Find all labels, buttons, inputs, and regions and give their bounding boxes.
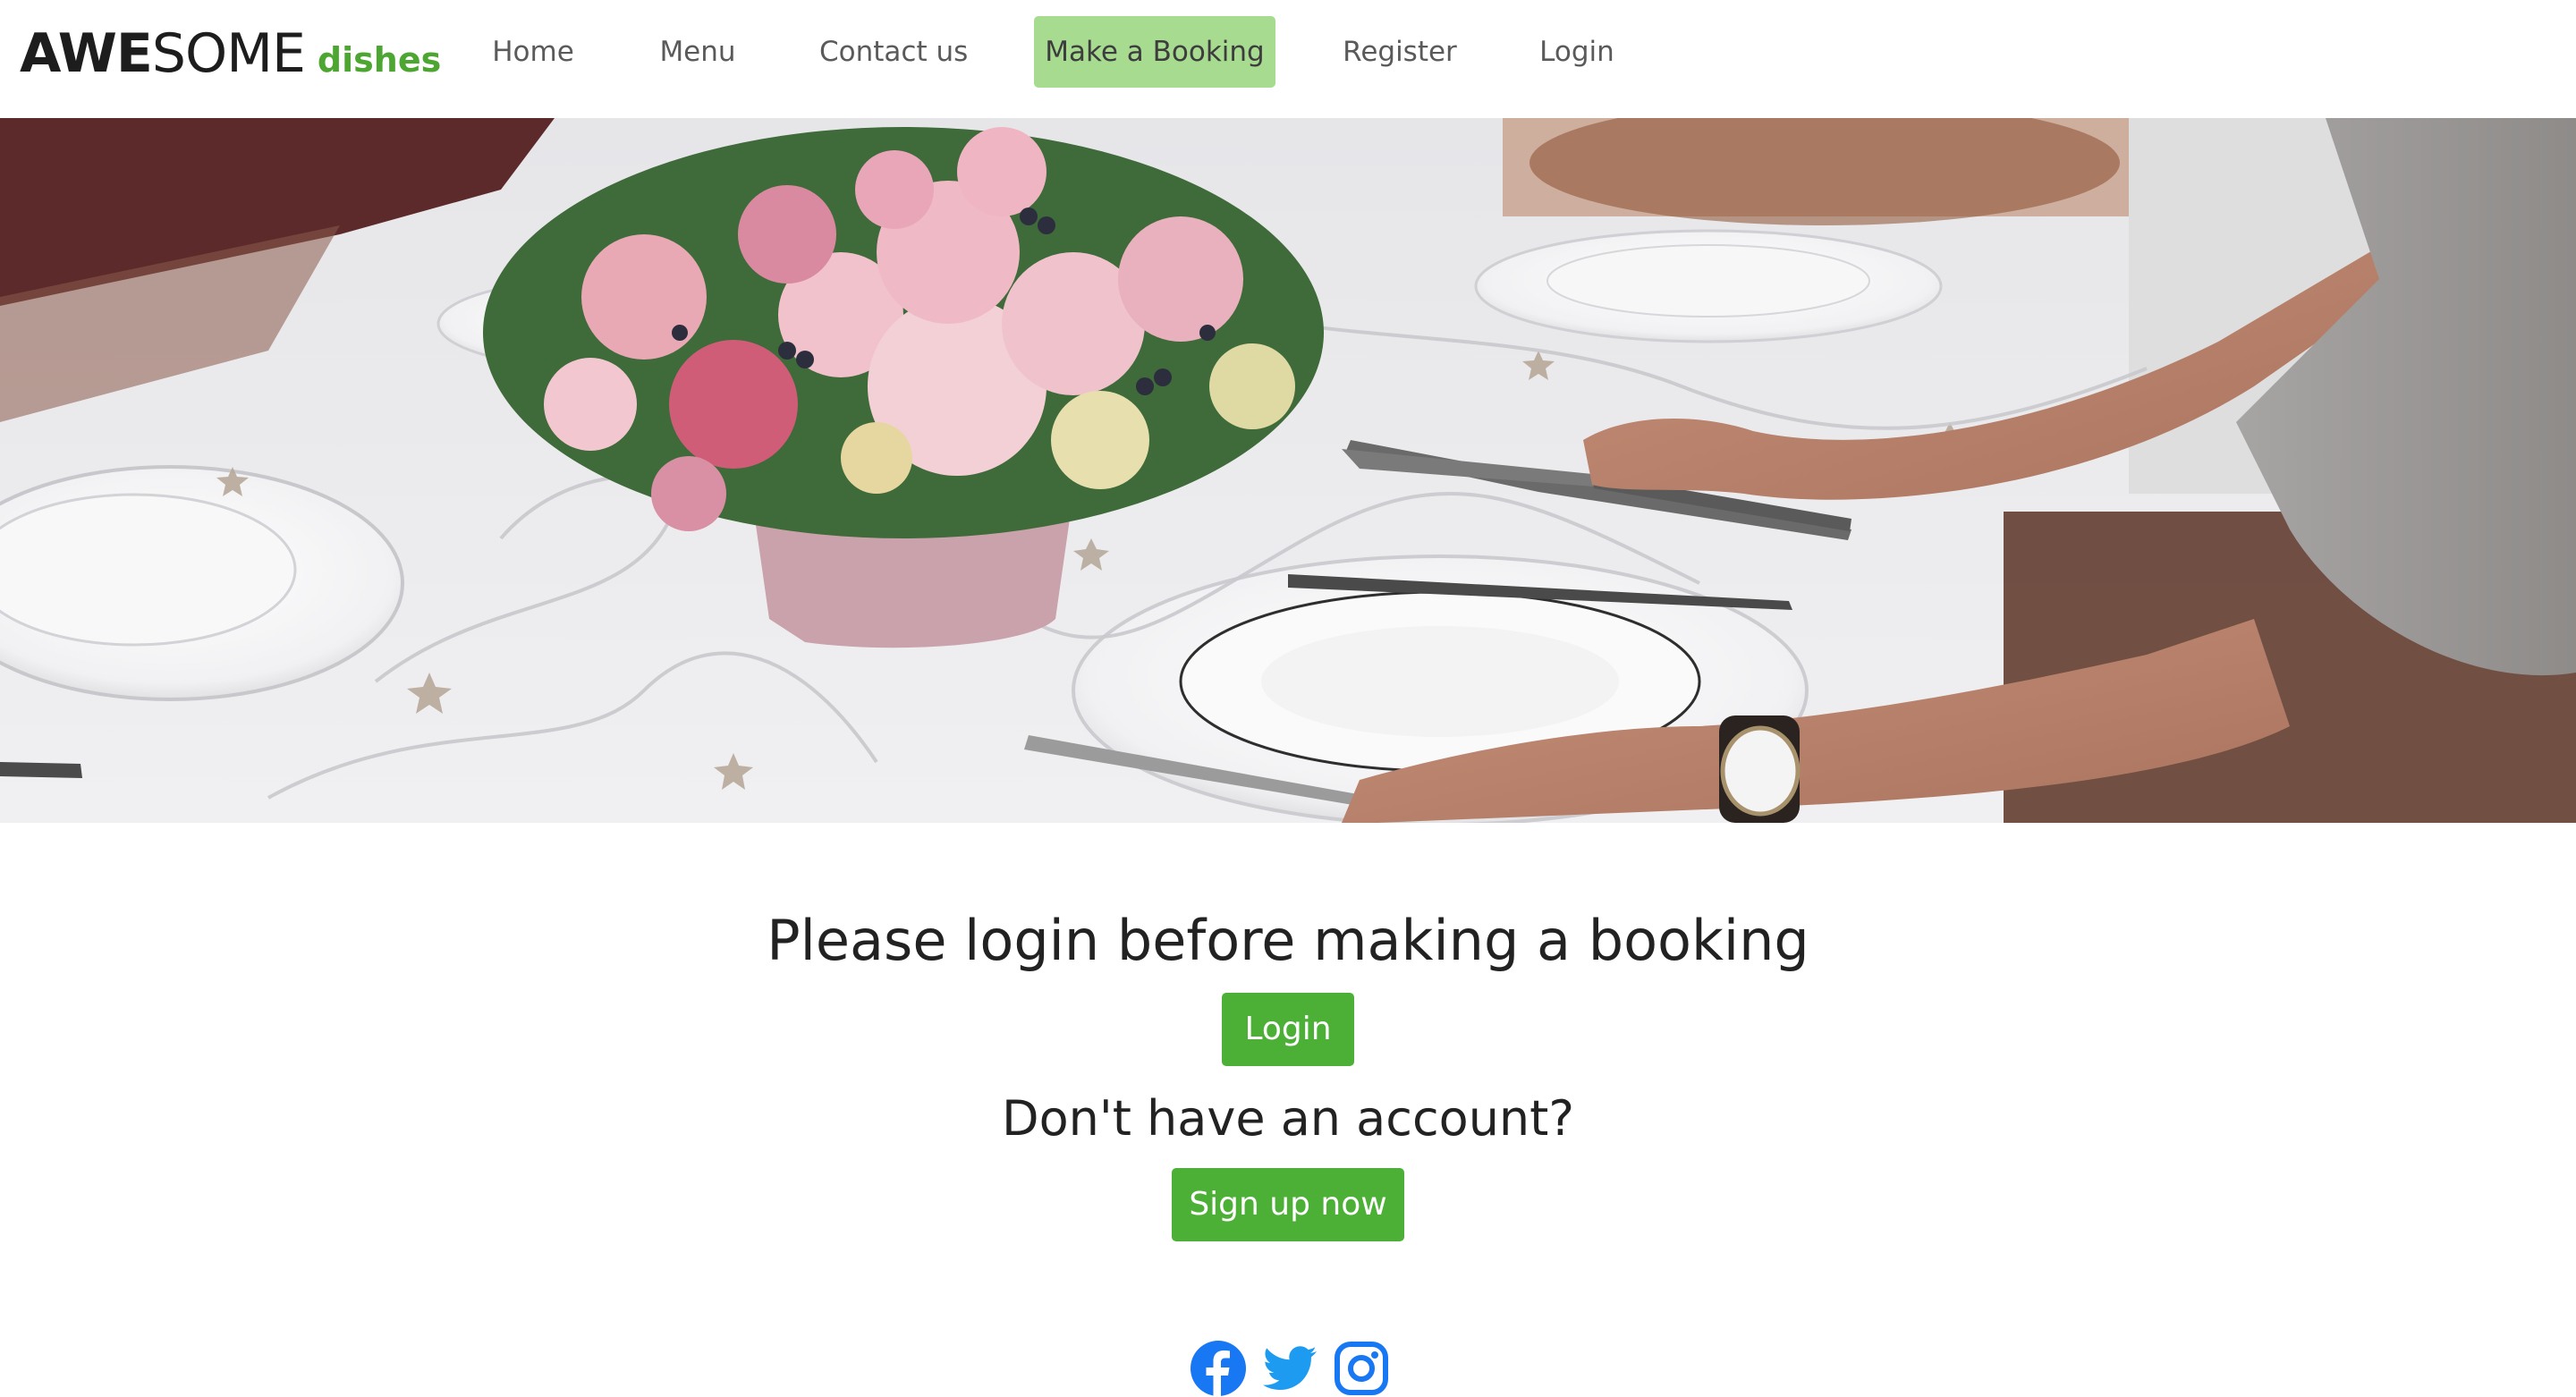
nav-login[interactable]: Login: [1538, 16, 1615, 88]
account-prompt-heading: Don't have an account?: [1002, 1090, 1574, 1147]
table-setting-photo: [0, 118, 2576, 823]
hero-image: [0, 118, 2576, 823]
instagram-icon[interactable]: [1333, 1340, 1390, 1397]
nav-contact-us[interactable]: Contact us: [819, 16, 968, 88]
nav-make-a-booking[interactable]: Make a Booking: [1034, 16, 1275, 88]
nav-register[interactable]: Register: [1342, 16, 1458, 88]
brand-tagline: dishes: [317, 40, 442, 80]
navbar: AWESOME dishes Home Menu Contact us Make…: [0, 0, 2576, 118]
sign-up-button[interactable]: Sign up now: [1172, 1168, 1404, 1241]
social-links: [1190, 1340, 1388, 1397]
login-button[interactable]: Login: [1222, 993, 1354, 1066]
login-prompt-heading: Please login before making a booking: [767, 908, 1809, 973]
brand-name: AWESOME: [20, 22, 306, 85]
facebook-icon[interactable]: [1190, 1340, 1247, 1397]
nav-menu[interactable]: Menu: [658, 16, 737, 88]
brand-logo[interactable]: AWESOME dishes: [20, 18, 441, 89]
main-content: Please login before making a booking Log…: [0, 823, 2576, 1397]
twitter-icon[interactable]: [1261, 1340, 1318, 1397]
nav-home[interactable]: Home: [490, 16, 576, 88]
